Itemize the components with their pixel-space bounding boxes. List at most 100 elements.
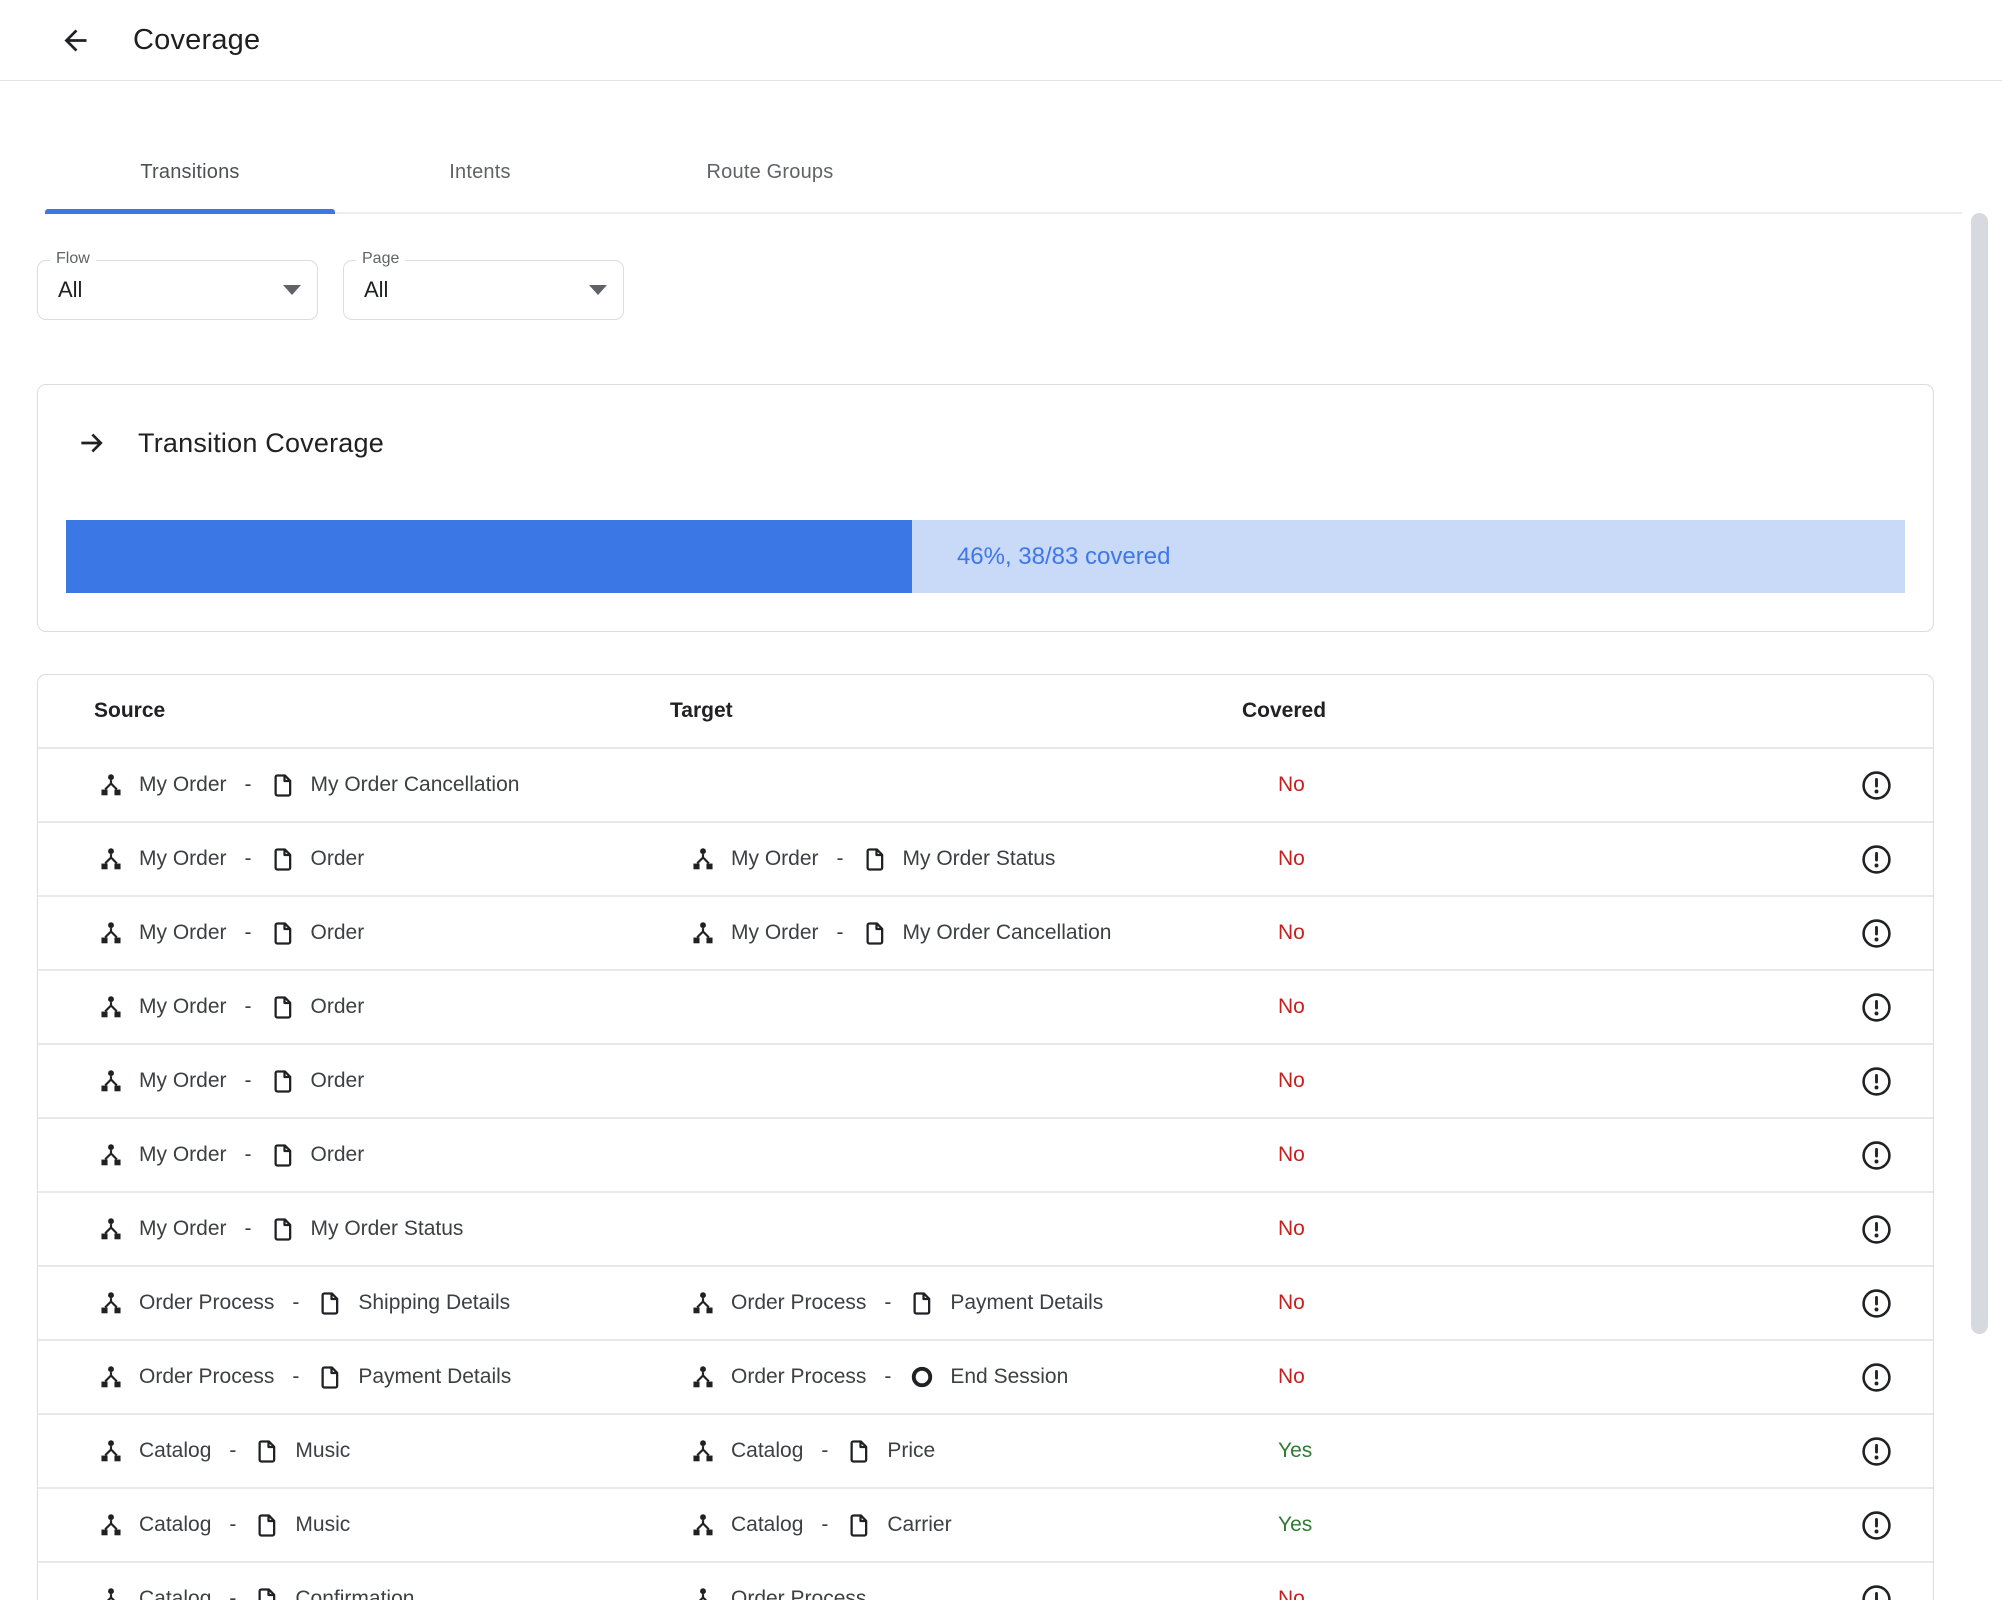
separator-dash: - [884,1365,891,1389]
page-icon [270,846,296,872]
covered-status: No [1242,1217,1722,1241]
separator-dash: - [884,1291,891,1315]
flow-icon [690,1438,716,1464]
source-cell: My Order-My Order Status [38,1216,670,1242]
row-info-button[interactable] [1860,1139,1893,1172]
progress-label: 46%, 38/83 covered [957,543,1170,571]
vertical-scrollbar-thumb[interactable] [1971,213,1988,1334]
row-info-button[interactable] [1860,1509,1893,1542]
source-cell: Order Process-Payment Details [38,1364,670,1390]
flow-name: Order Process [731,1587,866,1600]
page-name: My Order Cancellation [311,773,520,797]
flow-name: Catalog [139,1513,211,1537]
end-session-icon [909,1364,935,1390]
table-row: My Order-Order No [38,971,1933,1045]
row-info-button[interactable] [1860,1287,1893,1320]
separator-dash: - [229,1587,236,1600]
page-filter-select[interactable]: Page All [343,260,624,320]
flow-name: My Order [139,1217,227,1241]
flow-name: My Order [731,921,819,945]
source-cell: My Order-My Order Cancellation [38,772,670,798]
flow-name: My Order [139,1143,227,1167]
flow-name: My Order [731,847,819,871]
flow-filter-select[interactable]: Flow All [37,260,318,320]
end-session-name: End Session [950,1365,1068,1389]
table-row: Catalog-Music Catalog-Price Yes [38,1415,1933,1489]
alert-circle-icon [1861,1288,1892,1319]
page-icon [862,920,888,946]
row-info-button[interactable] [1860,1065,1893,1098]
covered-status: No [1242,1365,1722,1389]
table-row: Order Process-Payment Details Order Proc… [38,1341,1933,1415]
flow-name: Catalog [139,1439,211,1463]
row-info-button[interactable] [1860,1583,1893,1600]
page-name: Music [295,1439,350,1463]
flow-name: Order Process [139,1365,274,1389]
tab-route-groups[interactable]: Route Groups [625,133,915,212]
tab-transitions[interactable]: Transitions [45,133,335,212]
covered-status: No [1242,847,1722,871]
page-icon [909,1290,935,1316]
coverage-card-title: Transition Coverage [138,428,384,459]
page-name: My Order Status [903,847,1056,871]
alert-circle-icon [1861,1436,1892,1467]
flow-icon [98,1364,124,1390]
row-info-button[interactable] [1860,769,1893,802]
page-icon [846,1512,872,1538]
separator-dash: - [837,921,844,945]
covered-status: No [1242,1291,1722,1315]
alert-circle-icon [1861,1510,1892,1541]
row-info-button[interactable] [1860,991,1893,1024]
tab-intents[interactable]: Intents [335,133,625,212]
page-icon [270,1068,296,1094]
page-filter-label: Page [356,250,405,268]
flow-icon [690,1290,716,1316]
row-info-button[interactable] [1860,843,1893,876]
source-cell: My Order-Order [38,994,670,1020]
separator-dash: - [821,1439,828,1463]
flow-name: My Order [139,1069,227,1093]
separator-dash: - [821,1513,828,1537]
flow-icon [98,1142,124,1168]
target-cell: Order Process-Payment Details [670,1290,1242,1316]
flow-icon [98,994,124,1020]
page-name: Order [311,1143,365,1167]
table-body: My Order-My Order Cancellation No My Ord… [38,749,1933,1600]
caret-down-icon [589,285,607,295]
separator-dash: - [229,1513,236,1537]
table-row: My Order-Order No [38,1045,1933,1119]
table-row: My Order-Order No [38,1119,1933,1193]
alert-circle-icon [1861,1214,1892,1245]
flow-icon [98,920,124,946]
flow-icon [98,772,124,798]
separator-dash: - [292,1365,299,1389]
separator-dash: - [837,847,844,871]
back-button[interactable] [58,23,92,57]
flow-icon [98,1216,124,1242]
target-cell: My Order- My Order Status [670,846,1242,872]
row-info-button[interactable] [1860,1435,1893,1468]
flow-filter-label: Flow [50,250,96,268]
alert-circle-icon [1861,992,1892,1023]
covered-status: No [1242,1069,1722,1093]
flow-icon [98,1290,124,1316]
row-info-button[interactable] [1860,1213,1893,1246]
source-cell: Catalog-Music [38,1512,670,1538]
covered-status: No [1242,773,1722,797]
flow-icon [690,920,716,946]
flow-filter-value: All [58,277,82,303]
row-info-button[interactable] [1860,1361,1893,1394]
alert-circle-icon [1861,1066,1892,1097]
alert-circle-icon [1861,844,1892,875]
source-cell: My Order-Order [38,846,670,872]
table-row: My Order-My Order Cancellation No [38,749,1933,823]
arrow-right-icon [76,427,108,459]
row-info-button[interactable] [1860,917,1893,950]
alert-circle-icon [1861,1140,1892,1171]
flow-name: My Order [139,995,227,1019]
page-name: Order [311,1069,365,1093]
page-icon [270,994,296,1020]
separator-dash: - [292,1291,299,1315]
page-icon [270,1216,296,1242]
covered-status: Yes [1242,1513,1722,1537]
